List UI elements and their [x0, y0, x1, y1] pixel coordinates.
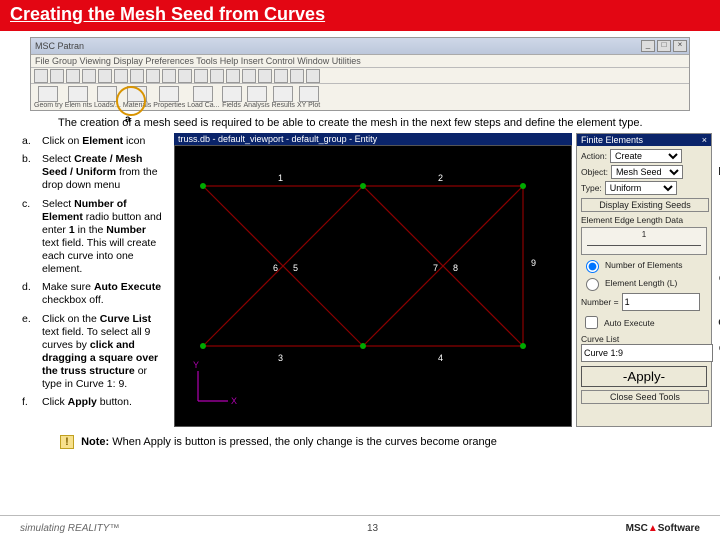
svg-text:9: 9 — [531, 258, 536, 268]
tool-icon[interactable] — [194, 69, 208, 83]
footer-left: simulating REALITY™ — [20, 523, 119, 534]
tool-icon[interactable] — [258, 69, 272, 83]
auto-execute-checkbox[interactable] — [585, 316, 598, 329]
object-label: Object: — [581, 167, 608, 177]
tool-icon[interactable] — [242, 69, 256, 83]
number-label: Number = — [581, 297, 619, 307]
close-seed-button[interactable]: Close Seed Tools — [581, 390, 709, 404]
app-title: MSC Patran — [35, 41, 84, 51]
tab-elements[interactable]: Elem nts — [65, 86, 92, 109]
step-text: Click Apply button. — [42, 396, 168, 412]
tool-icon[interactable] — [114, 69, 128, 83]
svg-text:2: 2 — [438, 173, 443, 183]
svg-text:4: 4 — [438, 353, 443, 363]
step-letter: a. — [22, 135, 40, 151]
tool-icon[interactable] — [50, 69, 64, 83]
step-letter: c. — [22, 198, 40, 280]
object-select[interactable]: Mesh Seed — [611, 165, 683, 179]
seed-slider[interactable] — [581, 227, 707, 255]
tab-results[interactable]: Results — [272, 86, 295, 109]
viewport-header: truss.db - default_viewport - default_gr… — [174, 133, 572, 145]
panel-close-icon[interactable]: × — [702, 135, 707, 145]
intro-text: The creation of a mesh seed is required … — [58, 117, 690, 129]
tab-xyplot[interactable]: XY Plot — [297, 86, 320, 109]
tab-analysis[interactable]: Analysis — [244, 86, 270, 109]
note-label: Note: — [81, 436, 109, 448]
callout-a: a — [125, 114, 131, 125]
apply-button[interactable]: -Apply- — [581, 366, 707, 387]
step-text: Select Create / Mesh Seed / Uniform from… — [42, 153, 168, 195]
page-number: 13 — [367, 523, 378, 534]
auto-execute-label: Auto Execute — [604, 318, 655, 328]
step-text: Make sure Auto Execute checkbox off. — [42, 281, 168, 310]
step-text: Click on the Curve List text field. To s… — [42, 313, 168, 395]
tool-icon[interactable] — [98, 69, 112, 83]
footer: simulating REALITY™ 13 MSC▲Software — [0, 515, 720, 540]
number-input[interactable] — [622, 293, 700, 311]
svg-text:Y: Y — [193, 360, 199, 370]
warning-icon: ! — [60, 435, 74, 449]
note: ! Note: When Apply is button is pressed,… — [60, 435, 690, 449]
svg-text:X: X — [231, 396, 237, 406]
step-letter: b. — [22, 153, 40, 195]
tool-icon[interactable] — [66, 69, 80, 83]
tab-geometry[interactable]: Geom try — [34, 86, 63, 109]
type-select[interactable]: Uniform — [605, 181, 677, 195]
viewport-canvas[interactable]: 1 2 3 4 6 5 7 8 9 YX — [174, 145, 572, 427]
note-text: When Apply is button is pressed, the onl… — [112, 436, 497, 448]
curve-list-input[interactable] — [581, 344, 713, 362]
app-titlebar: MSC Patran _ □ × — [31, 38, 689, 55]
slide-title: Creating the Mesh Seed from Curves — [0, 0, 720, 31]
step-letter: d. — [22, 281, 40, 310]
elem-length-label: Element Length (L) — [605, 278, 677, 288]
toolbar-row-1[interactable] — [31, 68, 689, 84]
callout-circle-a — [116, 86, 146, 116]
svg-text:8: 8 — [453, 263, 458, 273]
edge-data-label: Element Edge Length Data — [581, 215, 683, 225]
maximize-icon[interactable]: □ — [657, 40, 671, 52]
tab-properties[interactable]: Properties — [153, 86, 185, 109]
viewport: truss.db - default_viewport - default_gr… — [174, 133, 572, 427]
curve-list-label: Curve List — [581, 334, 619, 344]
svg-text:3: 3 — [278, 353, 283, 363]
tool-icon[interactable] — [162, 69, 176, 83]
svg-text:1: 1 — [278, 173, 283, 183]
finite-elements-panel: Finite Elements × Action:Create Object:Me… — [576, 133, 712, 427]
num-elements-radio[interactable] — [586, 260, 599, 273]
tool-icon[interactable] — [34, 69, 48, 83]
tab-loadcases[interactable]: Load Ca... — [187, 86, 219, 109]
display-seeds-button[interactable]: Display Existing Seeds — [581, 198, 709, 212]
svg-text:5: 5 — [293, 263, 298, 273]
tool-icon[interactable] — [306, 69, 320, 83]
tool-icon[interactable] — [274, 69, 288, 83]
step-letter: f. — [22, 396, 40, 412]
step-text: Select Number of Element radio button an… — [42, 198, 168, 280]
step-letter: e. — [22, 313, 40, 395]
type-label: Type: — [581, 183, 602, 193]
elem-length-radio[interactable] — [586, 278, 599, 291]
patran-window: MSC Patran _ □ × File Group Viewing Disp… — [30, 37, 690, 111]
close-icon[interactable]: × — [673, 40, 687, 52]
tool-icon[interactable] — [82, 69, 96, 83]
tool-icon[interactable] — [290, 69, 304, 83]
tool-icon[interactable] — [146, 69, 160, 83]
num-elements-label: Number of Elements — [605, 260, 682, 270]
steps-list: a.Click on Element iconb.Select Create /… — [20, 133, 170, 427]
panel-title: Finite Elements — [581, 135, 643, 145]
tool-icon[interactable] — [210, 69, 224, 83]
minimize-icon[interactable]: _ — [641, 40, 655, 52]
step-text: Click on Element icon — [42, 135, 168, 151]
action-label: Action: — [581, 151, 607, 161]
tool-icon[interactable] — [226, 69, 240, 83]
msc-logo: MSC▲Software — [626, 523, 700, 534]
app-menu[interactable]: File Group Viewing Display Preferences T… — [31, 55, 689, 68]
tab-fields[interactable]: Fields — [222, 86, 242, 109]
tool-icon[interactable] — [130, 69, 144, 83]
tool-icon[interactable] — [178, 69, 192, 83]
action-select[interactable]: Create — [610, 149, 682, 163]
